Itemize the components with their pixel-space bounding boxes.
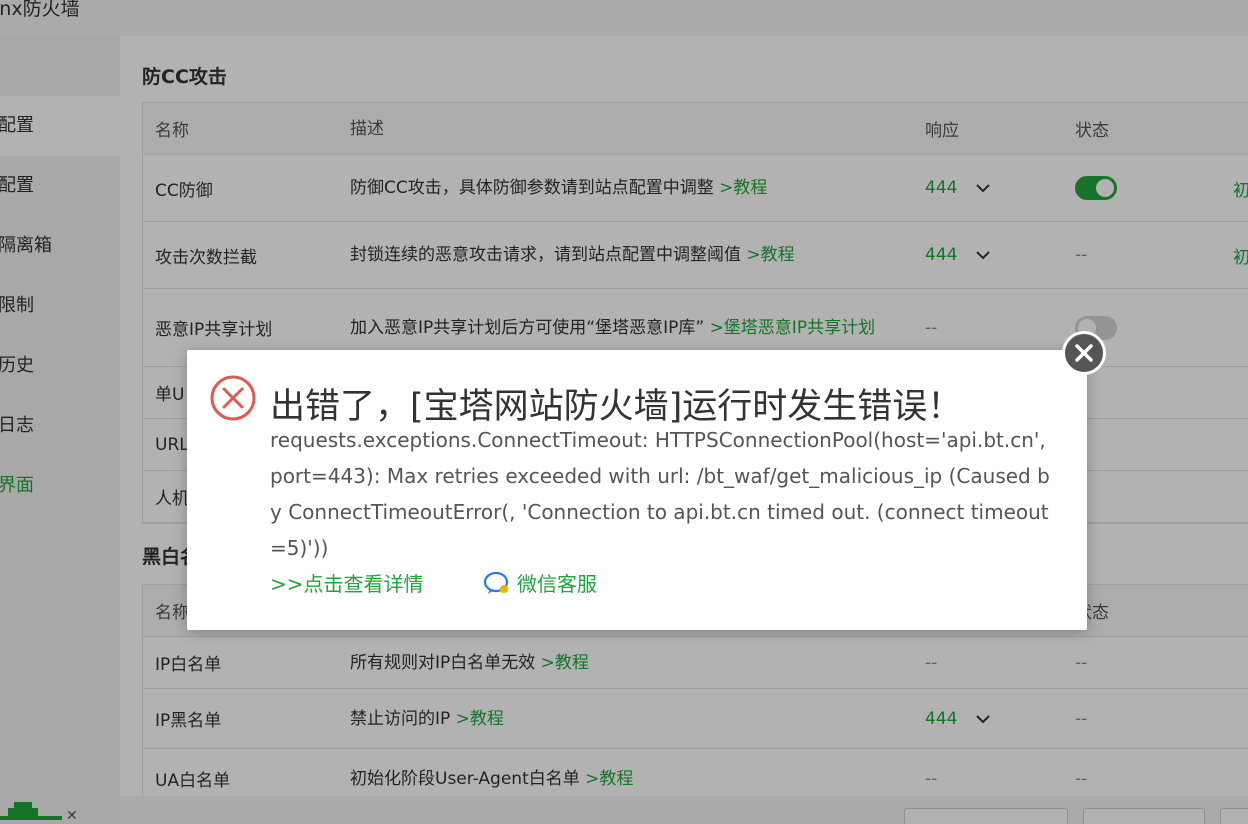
close-dialog-button[interactable] bbox=[1062, 331, 1106, 375]
error-circle-icon bbox=[210, 375, 256, 421]
wechat-support-link[interactable]: 微信客服 bbox=[483, 568, 597, 597]
dialog-message: requests.exceptions.ConnectTimeout: HTTP… bbox=[270, 428, 1050, 560]
error-dialog: 出错了，[宝塔网站防火墙]运行时发生错误！ requests.exception… bbox=[187, 350, 1087, 630]
view-details-link[interactable]: >>点击查看详情 bbox=[270, 568, 424, 597]
chat-bubble-icon bbox=[483, 571, 509, 594]
close-icon bbox=[1075, 344, 1093, 362]
